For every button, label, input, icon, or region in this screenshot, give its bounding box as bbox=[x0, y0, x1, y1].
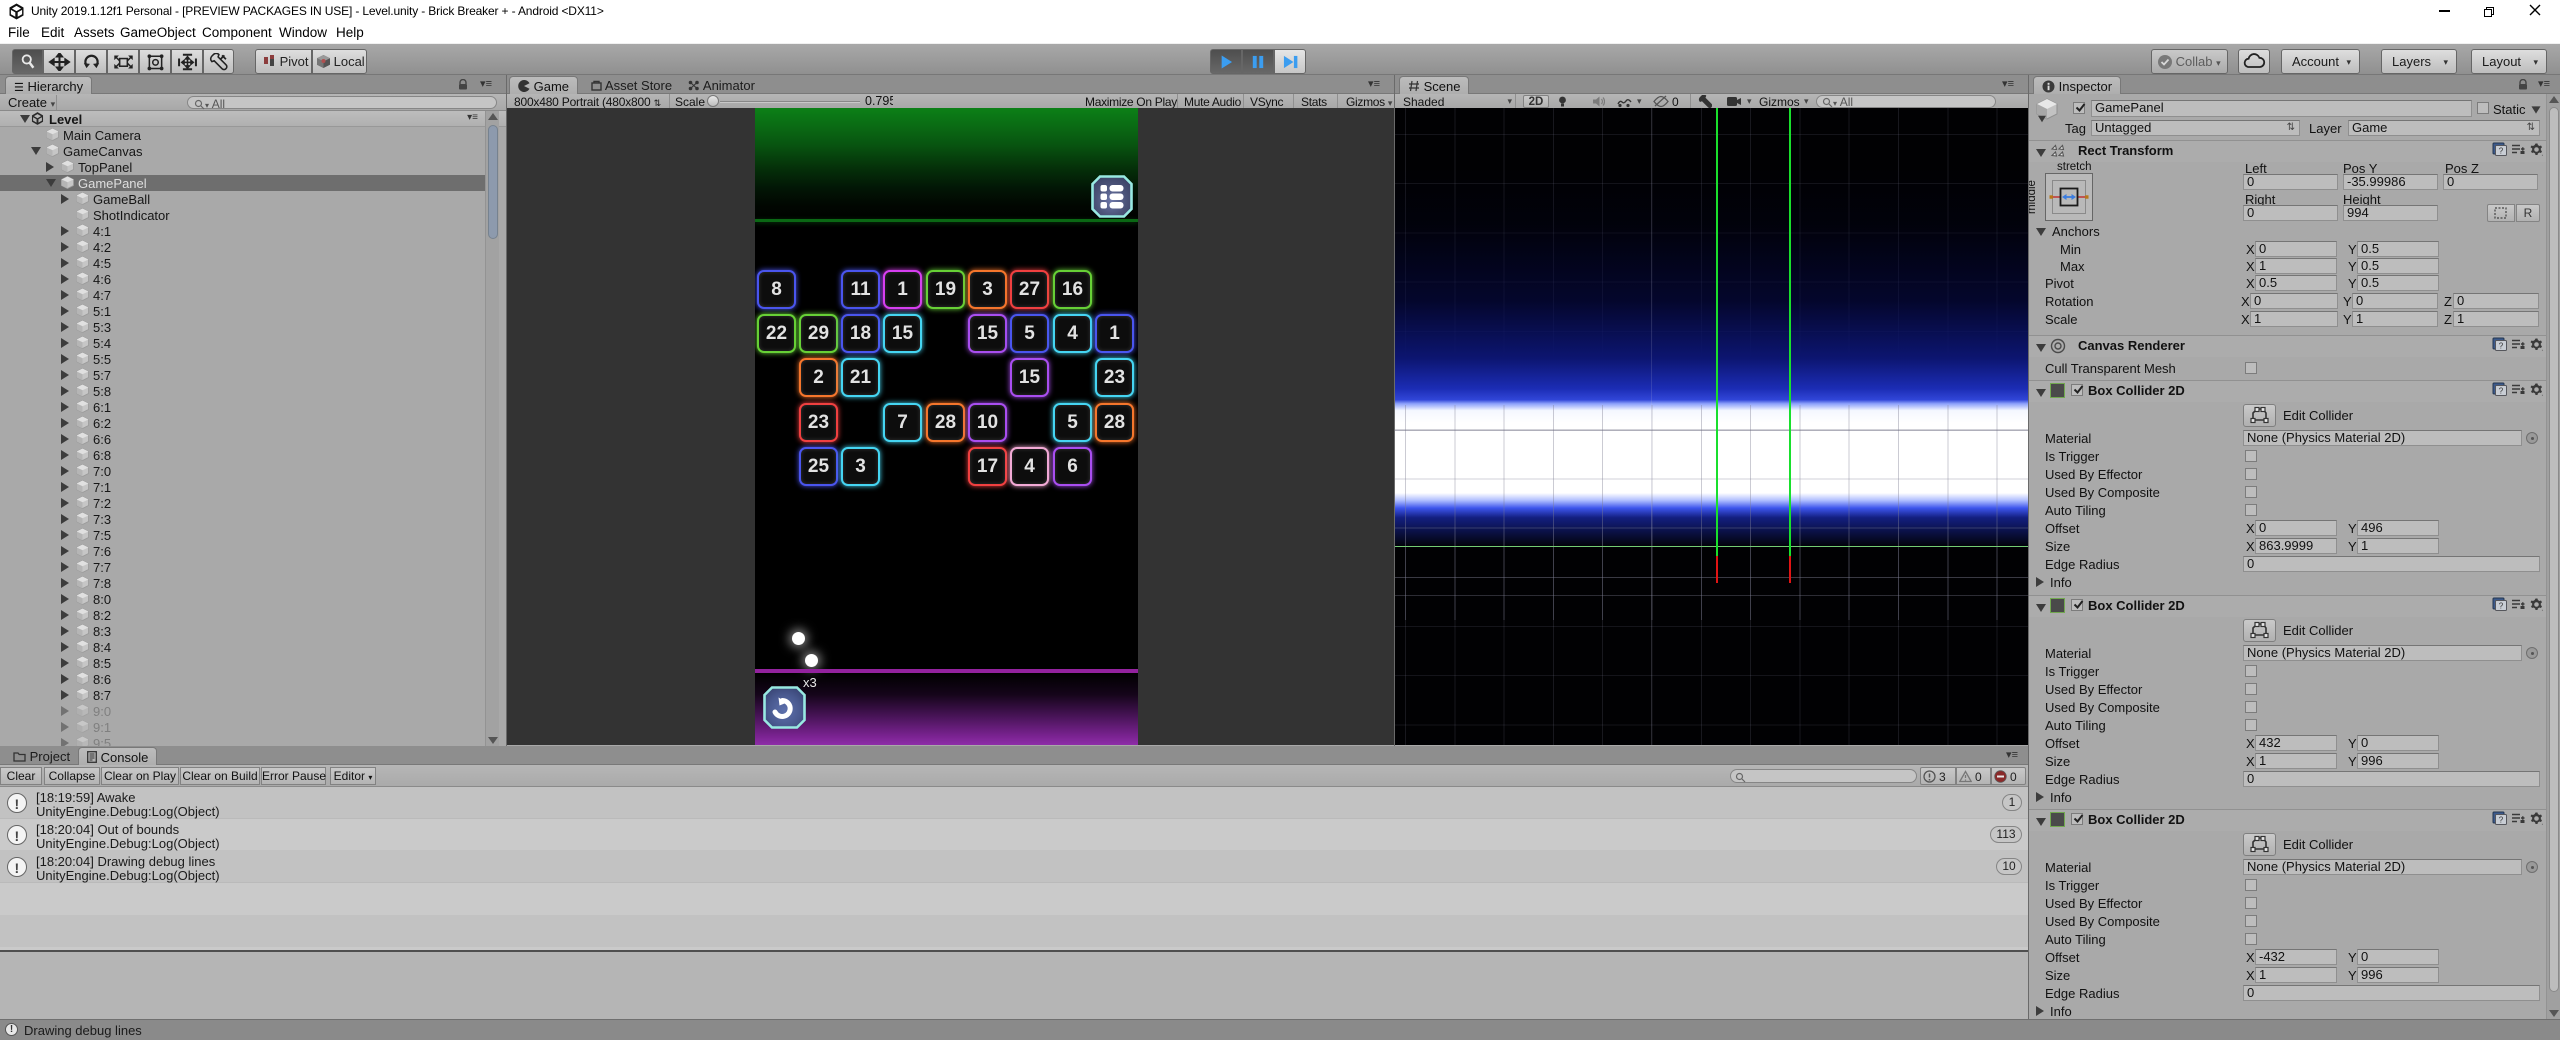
svg-text:?: ? bbox=[2499, 602, 2504, 611]
svg-text:?: ? bbox=[2499, 816, 2504, 825]
svg-text:?: ? bbox=[2499, 147, 2504, 156]
svg-text:?: ? bbox=[2499, 342, 2504, 351]
svg-text:,: , bbox=[2541, 821, 2543, 826]
svg-text:,: , bbox=[2541, 607, 2543, 612]
svg-text:,: , bbox=[2541, 347, 2543, 352]
svg-text:,: , bbox=[2541, 392, 2543, 397]
svg-text:?: ? bbox=[2499, 387, 2504, 396]
svg-text:,: , bbox=[2541, 152, 2543, 157]
